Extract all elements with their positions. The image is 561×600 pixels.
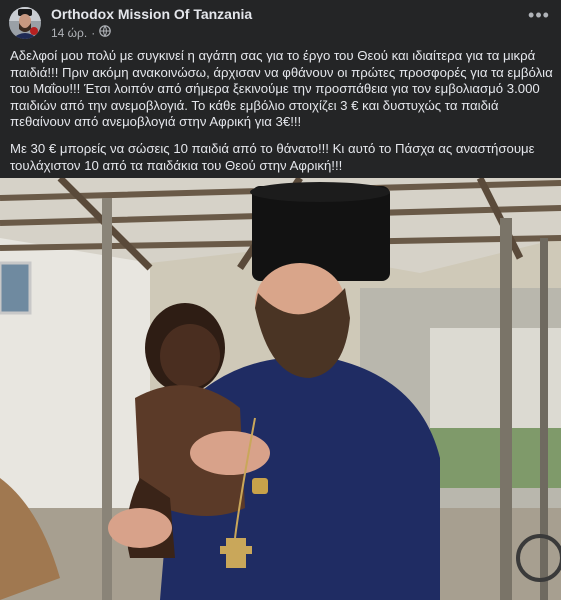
post-paragraph: Αδελφοί μου πολύ με συγκινεί η αγάπη σας… bbox=[10, 48, 553, 130]
post-text: Αδελφοί μου πολύ με συγκινεί η αγάπη σας… bbox=[10, 48, 555, 184]
post-header: Orthodox Mission Of Tanzania 14 ώρ. · ••… bbox=[0, 0, 561, 44]
meta-separator: · bbox=[91, 25, 96, 40]
more-options-button[interactable]: ••• bbox=[525, 6, 553, 28]
post-paragraph: Με 30 € μπορείς να σώσεις 10 παιδιά από … bbox=[10, 140, 535, 173]
post-photo[interactable] bbox=[0, 178, 561, 600]
author-name[interactable]: Orthodox Mission Of Tanzania bbox=[51, 6, 252, 22]
post-meta: 14 ώρ. · bbox=[51, 25, 112, 40]
globe-icon bbox=[99, 25, 112, 40]
post-timestamp[interactable]: 14 ώρ. bbox=[51, 26, 87, 40]
author-avatar[interactable] bbox=[9, 7, 41, 39]
